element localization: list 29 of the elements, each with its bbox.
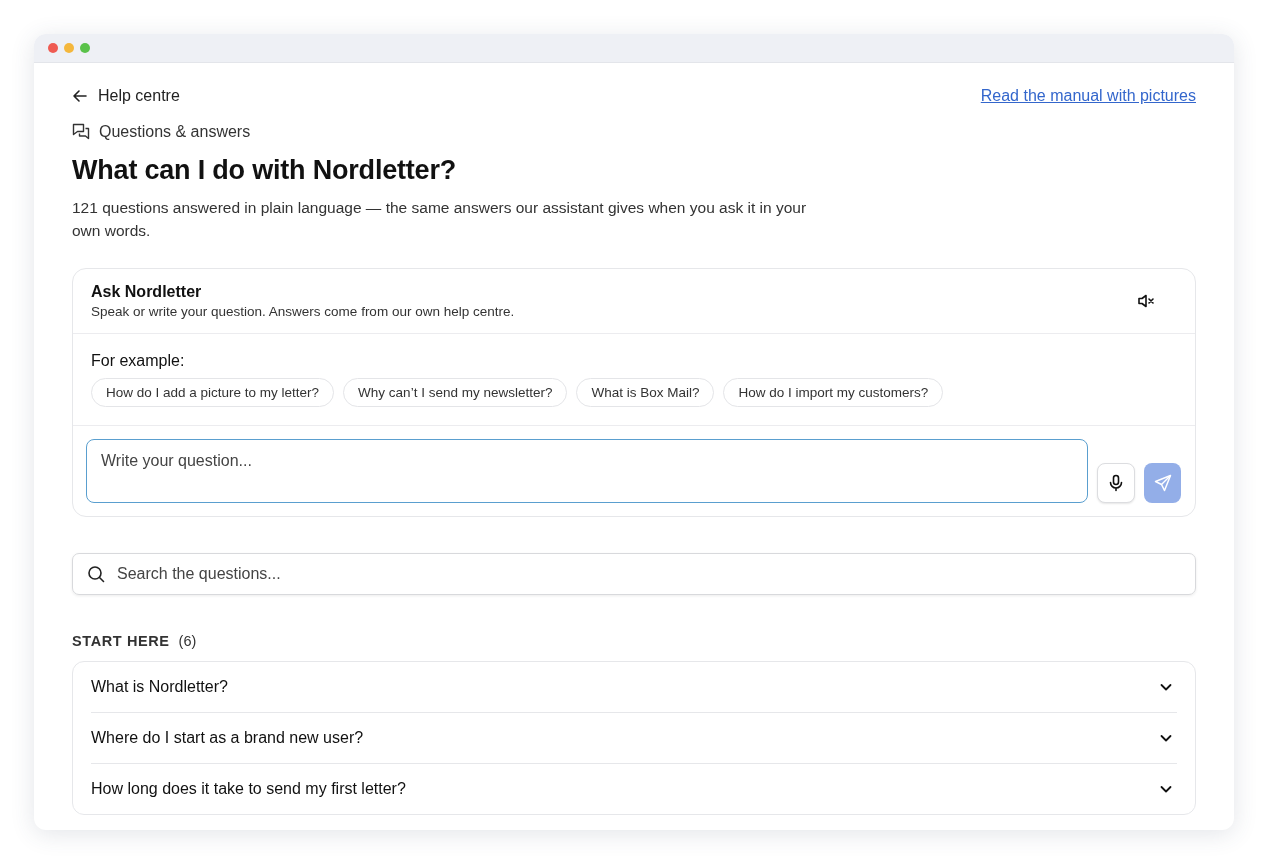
group-title: START HERE	[72, 633, 170, 649]
paper-plane-icon	[1153, 474, 1172, 492]
microphone-button[interactable]	[1097, 463, 1135, 503]
manual-link[interactable]: Read the manual with pictures	[980, 87, 1196, 105]
page-title: What can I do with Nordletter?	[72, 155, 457, 186]
chat-bubbles-icon	[72, 123, 90, 141]
example-chip[interactable]: How do I add a picture to my letter?	[91, 378, 335, 407]
maximize-dot-icon[interactable]	[80, 43, 90, 53]
question-row[interactable]: What is Nordletter?	[91, 662, 1177, 712]
group-count: (6)	[178, 633, 197, 649]
minimize-dot-icon[interactable]	[64, 43, 74, 53]
example-chip[interactable]: What is Box Mail?	[576, 378, 715, 407]
question-row[interactable]: Where do I start as a brand new user?	[91, 712, 1177, 763]
search-icon	[87, 565, 105, 583]
section-label: Questions & answers	[99, 123, 251, 141]
example-chip[interactable]: How do I import my customers?	[723, 378, 944, 407]
question-field[interactable]: Write your question...	[86, 439, 1088, 503]
back-link[interactable]: Help centre	[72, 87, 180, 105]
back-arrow-icon	[72, 88, 88, 104]
microphone-icon	[1107, 474, 1125, 492]
examples-label: For example:	[91, 352, 186, 370]
question-row[interactable]: How long does it take to send my first letter?	[91, 763, 1177, 814]
close-dot-icon[interactable]	[48, 43, 58, 53]
search-bar[interactable]: Search the questions...	[72, 553, 1196, 595]
example-chip[interactable]: Why can’t I send my newsletter?	[343, 378, 568, 407]
speaker-muted-icon	[1137, 292, 1155, 310]
intro-text: 121 questions answered in plain language — the same answers our assistant gives when you ask it in your own words.	[72, 198, 808, 241]
assistant-title: Ask Nordletter	[91, 283, 203, 301]
assistant-subtitle: Speak or write your question. Answers come from our own help centre.	[91, 304, 515, 319]
